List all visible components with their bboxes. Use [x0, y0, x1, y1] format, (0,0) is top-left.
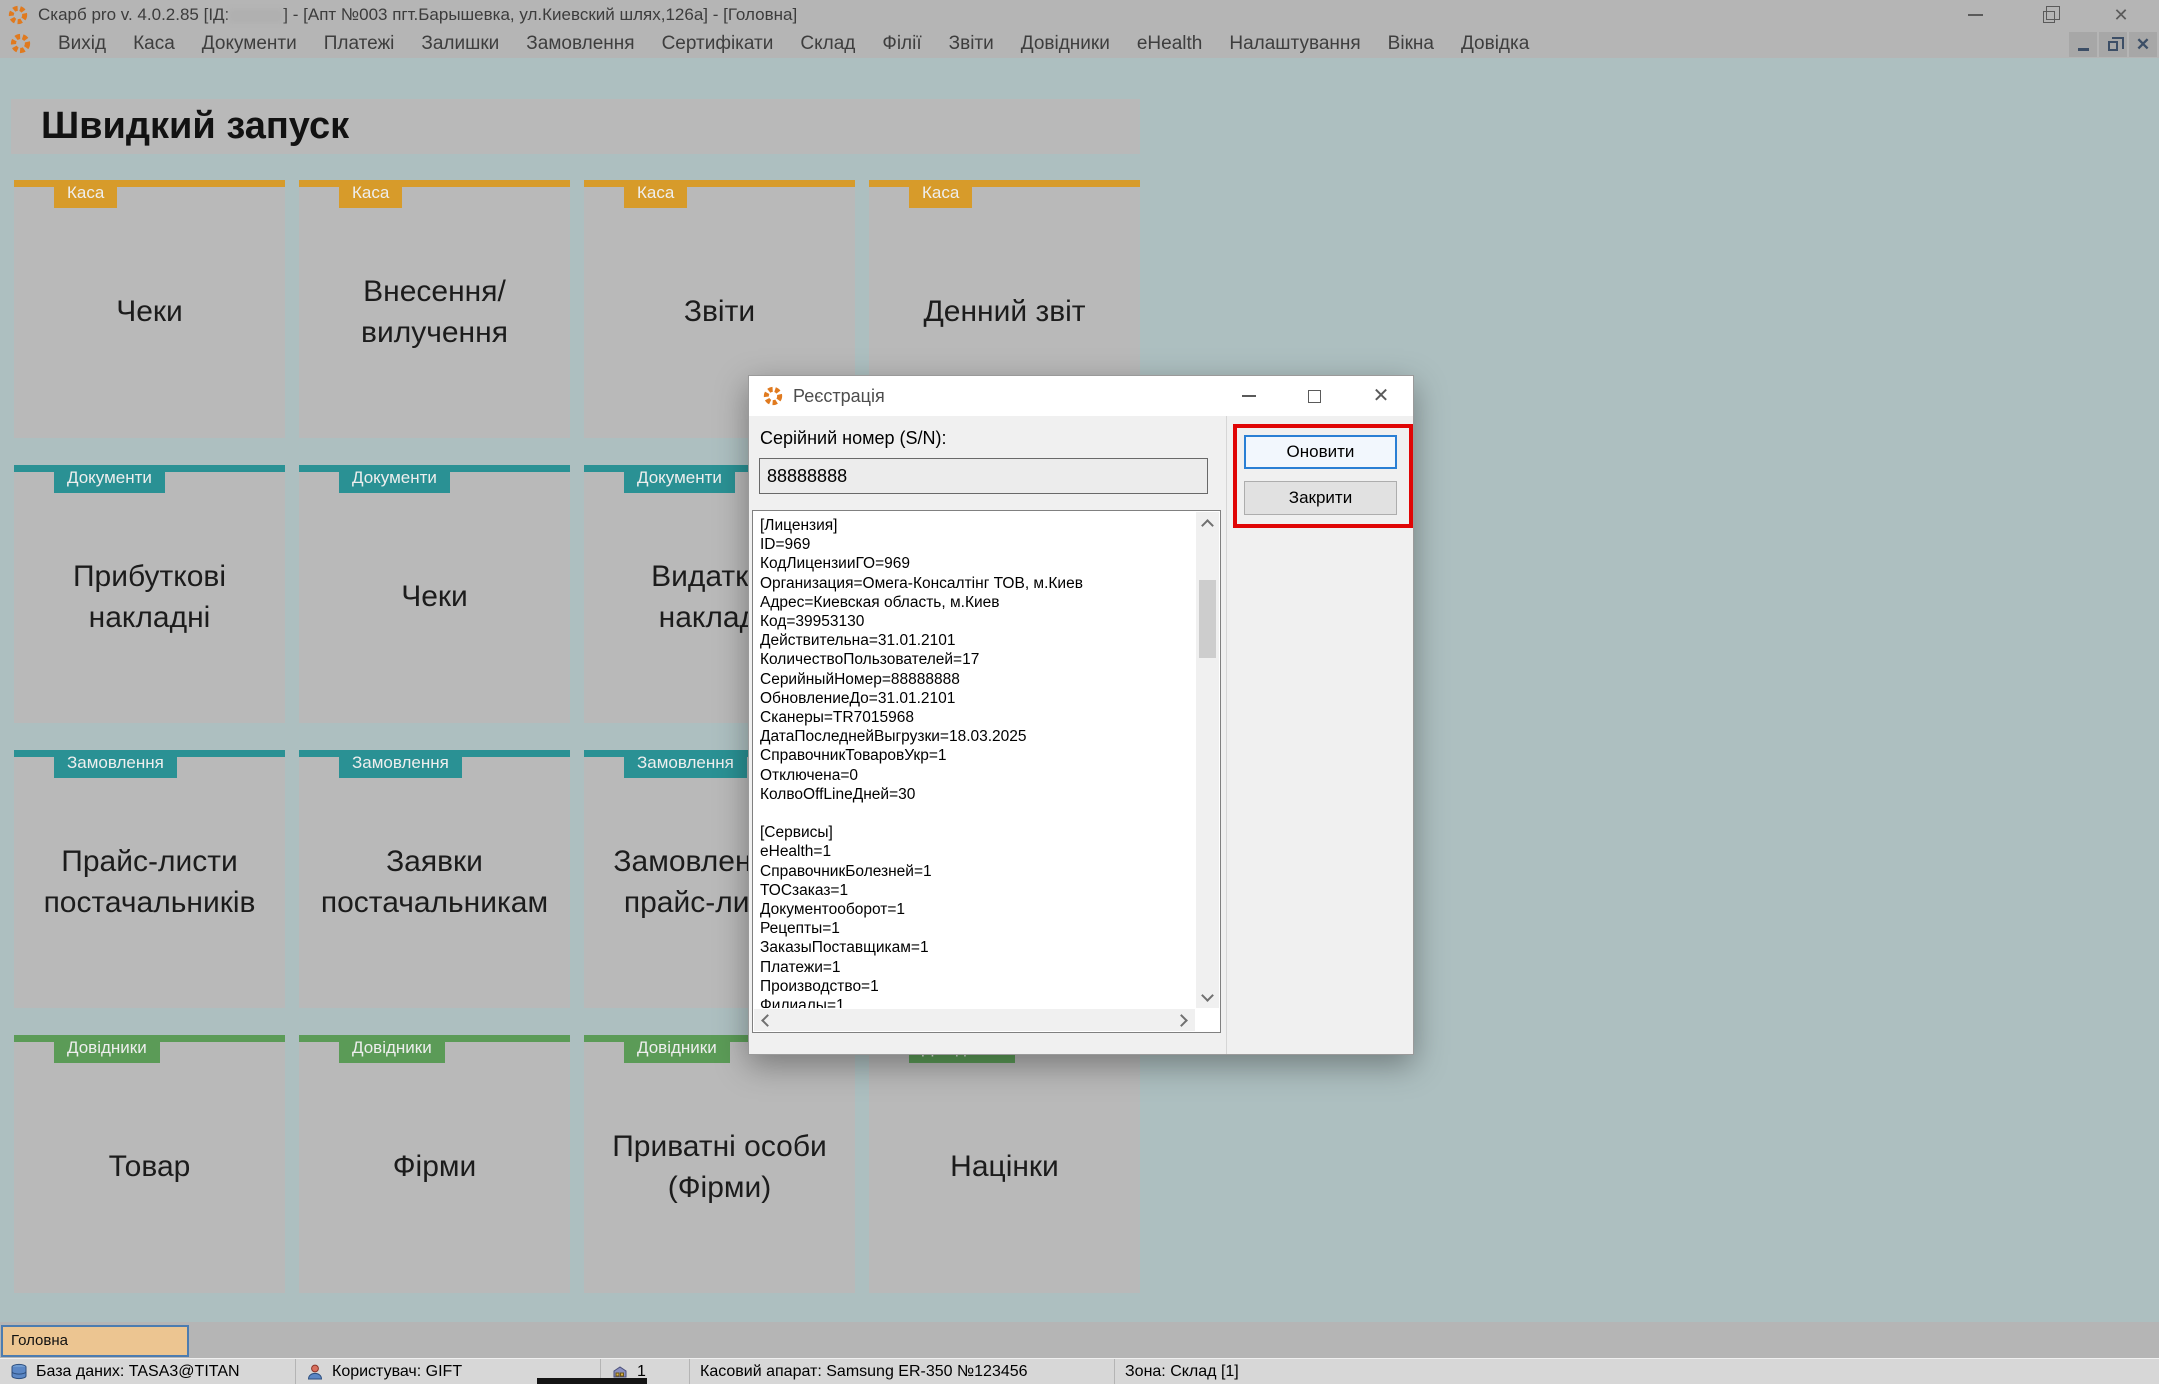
- menu-ehealth[interactable]: eHealth: [1137, 33, 1203, 55]
- status-zone-text: Зона: Склад [1]: [1125, 1363, 1239, 1381]
- scroll-down-button[interactable]: [1196, 986, 1219, 1008]
- menu-sklad[interactable]: Склад: [800, 33, 855, 55]
- tile-dokumenty-cheky[interactable]: Документи Чеки: [299, 465, 570, 723]
- mdi-restore-icon: [2108, 41, 2118, 51]
- minimize-icon: [1968, 14, 1983, 16]
- app-logo-icon-small: [10, 33, 31, 54]
- tile-label: Чеки: [24, 187, 275, 438]
- quick-launch-header: Швидкий запуск: [11, 99, 1140, 154]
- tab-strip: Головна: [0, 1322, 2159, 1358]
- menu-dovidka[interactable]: Довідка: [1461, 33, 1529, 55]
- serial-number-input[interactable]: [759, 458, 1208, 494]
- mdi-minimize-button[interactable]: [2069, 32, 2097, 57]
- menu-zalyshky[interactable]: Залишки: [421, 33, 499, 55]
- scroll-right-button[interactable]: [1172, 1009, 1195, 1031]
- restore-button[interactable]: [2026, 0, 2072, 30]
- app-logo-icon: [8, 5, 28, 25]
- dialog-title: Реєстрація: [793, 376, 885, 416]
- menu-kasa[interactable]: Каса: [133, 33, 175, 55]
- tile-label: Фірми: [309, 1042, 560, 1293]
- tile-dovidnyky-tovar[interactable]: Довідники Товар: [14, 1035, 285, 1293]
- user-icon: [306, 1363, 324, 1381]
- chevron-up-icon: [1201, 519, 1214, 532]
- tile-dovidnyky-natsinky[interactable]: Довідники Націнки: [869, 1035, 1140, 1293]
- tile-zamovlennia-zaiavky[interactable]: Замовлення Заявки постачальникам: [299, 750, 570, 1008]
- taskbar-fragment: [537, 1378, 647, 1384]
- tile-label: Заявки постачальникам: [309, 757, 560, 1008]
- menu-zvity[interactable]: Звіти: [949, 33, 994, 55]
- restore-icon: [2043, 11, 2055, 23]
- mdi-close-button[interactable]: ✕: [2129, 32, 2157, 57]
- tile-label: Чеки: [309, 472, 560, 723]
- dialog-minimize-icon: [1242, 395, 1256, 397]
- chevron-left-icon: [761, 1014, 774, 1027]
- title-bar: Скарб pro v. 4.0.2.85 [ІД: ] - [Апт №003 …: [0, 0, 2159, 30]
- application-window: Скарб pro v. 4.0.2.85 [ІД: ] - [Апт №003 …: [0, 0, 2159, 1384]
- tile-label: Прибуткові накладні: [24, 472, 275, 723]
- chevron-down-icon: [1201, 989, 1214, 1002]
- page-title: Швидкий запуск: [11, 99, 1140, 154]
- window-title-prefix: Скарб pro v. 4.0.2.85 [ІД:: [38, 5, 229, 24]
- dialog-close-button[interactable]: ✕: [1357, 376, 1405, 416]
- dialog-maximize-icon: [1308, 390, 1321, 403]
- tile-zamovlennia-price-lists[interactable]: Замовлення Прайс-листи постачальників: [14, 750, 285, 1008]
- tile-dovidnyky-pryvatni-osoby[interactable]: Довідники Приватні особи (Фірми): [584, 1035, 855, 1293]
- dialog-maximize-button[interactable]: [1290, 376, 1338, 416]
- status-database-text: База даних: TASA3@TITAN: [36, 1363, 240, 1381]
- tile-kasa-vnesennia-vyluchennia[interactable]: Каса Внесення/вилучення: [299, 180, 570, 438]
- dialog-close-icon: ✕: [1373, 386, 1390, 406]
- chevron-right-icon: [1175, 1014, 1188, 1027]
- window-title: Скарб pro v. 4.0.2.85 [ІД: ] - [Апт №003 …: [38, 0, 797, 30]
- menu-items: Вихід Каса Документи Платежі Залишки Зам…: [58, 33, 1529, 55]
- status-zone: Зона: Склад [1]: [1115, 1359, 2159, 1384]
- close-button[interactable]: ✕: [2098, 0, 2144, 30]
- mdi-child-controls: ✕: [2069, 32, 2157, 57]
- tile-kasa-cheky[interactable]: Каса Чеки: [14, 180, 285, 438]
- menu-sertyfikaty[interactable]: Сертифікати: [662, 33, 774, 55]
- menu-platezhi[interactable]: Платежі: [324, 33, 395, 55]
- scroll-up-button[interactable]: [1196, 512, 1219, 534]
- license-info-text: [Лицензия] ID=969 КодЛицензииГО=969 Орга…: [760, 516, 1192, 1008]
- menu-filii[interactable]: Філії: [882, 33, 921, 55]
- close-icon: ✕: [2113, 6, 2128, 24]
- status-database: База даних: TASA3@TITAN: [0, 1359, 296, 1384]
- tile-label: Націнки: [879, 1042, 1130, 1293]
- mdi-minimize-icon: [2078, 48, 2089, 51]
- menu-nalashtuvannia[interactable]: Налаштування: [1229, 33, 1360, 55]
- status-user-text: Користувач: GIFT: [332, 1363, 462, 1381]
- vertical-scroll-thumb[interactable]: [1199, 580, 1216, 658]
- highlight-annotation-box: [1233, 424, 1413, 528]
- registration-dialog: Реєстрація ✕ Серійний номер (S/N): [Лице…: [748, 375, 1414, 1055]
- tile-label: Внесення/вилучення: [309, 187, 560, 438]
- tab-holovna[interactable]: Головна: [1, 1325, 189, 1357]
- status-cash-register: Касовий апарат: Samsung ER-350 №123456: [690, 1359, 1115, 1384]
- menu-bar: Вихід Каса Документи Платежі Залишки Зам…: [0, 30, 2159, 58]
- menu-zamovlennia[interactable]: Замовлення: [526, 33, 634, 55]
- window-title-suffix: ] - [Апт №003 пгт.Барышевка, ул.Киевский…: [283, 5, 797, 24]
- menu-vykhid[interactable]: Вихід: [58, 33, 106, 55]
- menu-dokumenty[interactable]: Документи: [202, 33, 297, 55]
- tile-dovidnyky-firmy[interactable]: Довідники Фірми: [299, 1035, 570, 1293]
- scroll-left-button[interactable]: [754, 1009, 777, 1031]
- dialog-minimize-button[interactable]: [1225, 376, 1273, 416]
- license-info-textarea[interactable]: [Лицензия] ID=969 КодЛицензииГО=969 Орга…: [752, 510, 1221, 1033]
- redacted-id: [229, 9, 283, 23]
- serial-number-label: Серійний номер (S/N):: [760, 428, 946, 449]
- horizontal-scrollbar[interactable]: [754, 1009, 1195, 1031]
- status-bar: База даних: TASA3@TITAN Користувач: GIFT…: [0, 1358, 2159, 1384]
- tile-label: Приватні особи (Фірми): [594, 1042, 845, 1293]
- database-icon: [10, 1363, 28, 1381]
- tile-dokumenty-prybutkovi-nakladni[interactable]: Документи Прибуткові накладні: [14, 465, 285, 723]
- dialog-logo-icon: [763, 386, 783, 406]
- tile-label: Товар: [24, 1042, 275, 1293]
- menu-dovidnyky[interactable]: Довідники: [1021, 33, 1110, 55]
- minimize-button[interactable]: [1952, 0, 1998, 30]
- tile-label: Прайс-листи постачальників: [24, 757, 275, 1008]
- vertical-scrollbar[interactable]: [1196, 512, 1219, 1008]
- status-cash-register-text: Касовий апарат: Samsung ER-350 №123456: [700, 1363, 1028, 1381]
- mdi-restore-button[interactable]: [2099, 32, 2127, 57]
- menu-vikna[interactable]: Вікна: [1388, 33, 1434, 55]
- mdi-close-icon: ✕: [2136, 36, 2150, 53]
- dialog-title-bar: Реєстрація ✕: [749, 376, 1413, 416]
